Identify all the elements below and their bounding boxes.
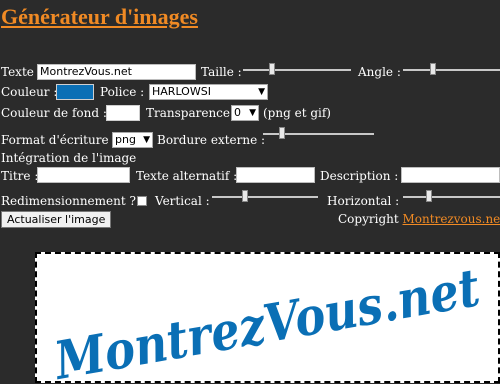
font-select[interactable]: HARLOWSI ▼ (149, 84, 268, 100)
chevron-down-icon: ▼ (143, 135, 150, 145)
integration-heading: Intégration de l'image (1, 151, 137, 165)
transparency-select-value: 0 (234, 106, 241, 119)
horizontal-label: Horizontal : (327, 194, 400, 208)
font-label: Police : (100, 85, 145, 99)
angle-label: Angle : (358, 65, 401, 79)
transparency-note: (png et gif) (263, 106, 331, 120)
resize-checkbox[interactable] (137, 196, 147, 206)
copyright-label: Copyright (338, 212, 399, 226)
horizontal-slider-track (403, 196, 500, 198)
format-select-value: png (115, 133, 136, 146)
resize-label: Redimensionnement ? (1, 194, 136, 208)
update-image-button[interactable]: Actualiser l'image (1, 211, 112, 228)
preview-image: MontrezVous.net (48, 257, 484, 384)
color-picker[interactable] (56, 84, 94, 100)
vertical-slider-track (212, 196, 318, 198)
size-slider-track (243, 69, 351, 71)
transparency-select[interactable]: 0 ▼ (231, 105, 259, 121)
vertical-slider-thumb[interactable] (242, 190, 248, 202)
horizontal-slider-thumb[interactable] (425, 190, 432, 202)
chevron-down-icon: ▼ (258, 87, 265, 97)
vertical-label: Vertical : (155, 194, 210, 208)
angle-slider-track (403, 69, 500, 71)
page-title: Générateur d'images (1, 4, 198, 29)
angle-slider-thumb[interactable] (430, 63, 437, 75)
border-label: Bordure externe : (157, 133, 266, 147)
size-label: Taille : (201, 65, 242, 79)
alt-text-label: Texte alternatif : (136, 169, 238, 183)
bg-color-picker[interactable] (106, 105, 140, 121)
copyright-text: Copyright Montrezvous.net (338, 212, 500, 226)
format-label: Format d'écriture : (1, 133, 117, 147)
alt-text-input[interactable] (236, 167, 315, 183)
format-select[interactable]: png ▼ (112, 132, 153, 148)
copyright-link[interactable]: Montrezvous.net (403, 212, 500, 226)
chevron-down-icon: ▼ (249, 108, 256, 118)
title-input[interactable] (37, 167, 130, 183)
preview-text: MontrezVous.net (48, 257, 484, 381)
bg-color-label: Couleur de fond : (1, 106, 107, 120)
color-label: Couleur : (1, 85, 58, 99)
font-select-value: HARLOWSI (152, 85, 211, 98)
text-input[interactable]: MontrezVous.net (37, 64, 196, 80)
description-label: Description : (320, 169, 399, 183)
size-slider-thumb[interactable] (268, 63, 275, 75)
title-label: Titre : (1, 169, 39, 183)
image-preview: MontrezVous.net (35, 252, 500, 384)
transparency-label: Transparence : (146, 106, 238, 120)
border-slider-thumb[interactable] (278, 127, 285, 139)
text-label: Texte : (1, 65, 42, 79)
description-input[interactable] (401, 167, 500, 183)
